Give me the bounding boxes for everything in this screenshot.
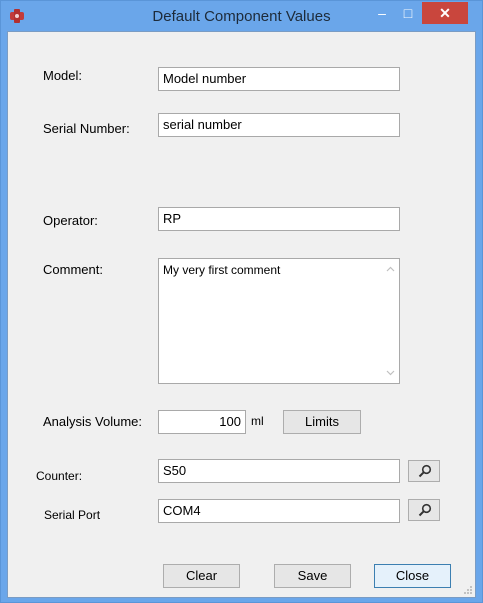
serial-number-input[interactable]: serial number (158, 113, 400, 137)
limits-button[interactable]: Limits (283, 410, 361, 434)
model-label: Model: (43, 68, 83, 83)
dialog-body: Model: Model number Serial Number: seria… (7, 31, 476, 598)
scroll-up-icon[interactable] (386, 265, 395, 274)
resize-grip-icon[interactable] (463, 585, 473, 595)
title-bar[interactable]: Default Component Values – □ ✕ (1, 1, 482, 31)
counter-search-button[interactable] (408, 460, 440, 482)
comment-scrollbar[interactable] (383, 260, 398, 382)
clear-button[interactable]: Clear (163, 564, 240, 588)
close-button[interactable]: Close (374, 564, 451, 588)
serial-port-search-button[interactable] (408, 499, 440, 521)
search-icon (418, 503, 432, 517)
comment-text: My very first comment (163, 263, 281, 277)
serial-number-label: Serial Number: (43, 121, 130, 136)
serial-port-label: Serial Port (44, 508, 101, 522)
operator-input[interactable]: RP (158, 207, 400, 231)
analysis-volume-input[interactable]: 100 (158, 410, 246, 434)
scroll-down-icon[interactable] (386, 368, 395, 377)
maximize-button[interactable]: □ (395, 2, 421, 24)
comment-textarea[interactable]: My very first comment (158, 258, 400, 384)
search-icon (418, 464, 432, 478)
comment-label: Comment: (43, 262, 103, 277)
counter-input[interactable]: S50 (158, 459, 400, 483)
operator-label: Operator: (43, 213, 98, 228)
analysis-volume-unit: ml (251, 414, 264, 428)
save-button[interactable]: Save (274, 564, 351, 588)
serial-port-input[interactable]: COM4 (158, 499, 400, 523)
analysis-volume-label: Analysis Volume: (43, 414, 142, 429)
minimize-button[interactable]: – (369, 2, 395, 24)
model-input[interactable]: Model number (158, 67, 400, 91)
dialog-window: Default Component Values – □ ✕ Model: Mo… (0, 0, 483, 603)
close-window-button[interactable]: ✕ (422, 2, 468, 24)
counter-label: Counter: (36, 469, 83, 483)
